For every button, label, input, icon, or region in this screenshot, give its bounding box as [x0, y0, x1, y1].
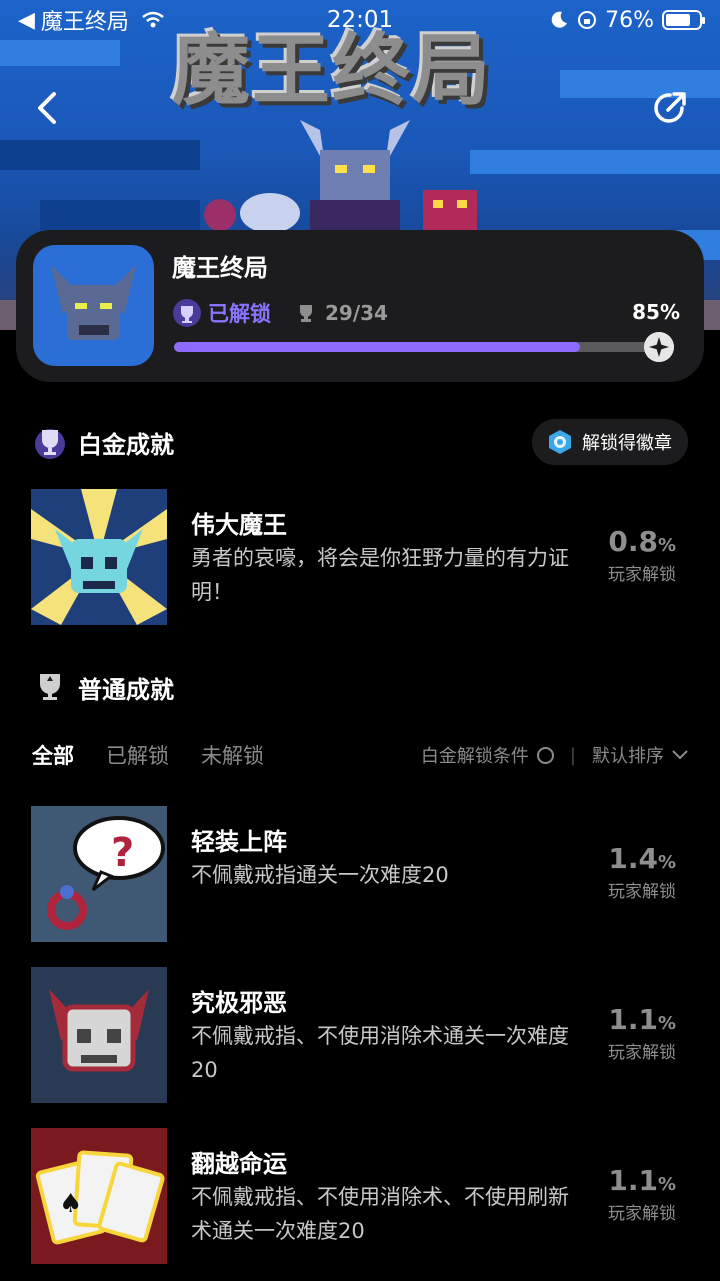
unlock-badge-button[interactable]: 解锁得徽章: [532, 419, 688, 465]
back-button[interactable]: [26, 86, 70, 130]
achievement-tabs: 全部 已解锁 未解锁: [32, 740, 264, 770]
flower-sprite: [204, 199, 236, 231]
achievement-row[interactable]: ♠ 翻越命运 不佩戴戒指、不使用消除术、不使用刷新术通关一次难度20 1.1% …: [0, 1128, 720, 1264]
chevron-down-icon[interactable]: [672, 750, 688, 760]
unlock-badge-label: 解锁得徽章: [582, 433, 672, 454]
svg-text:♠: ♠: [59, 1189, 82, 1219]
achievement-thumbnail: [31, 489, 167, 625]
platinum-section-header: 白金成就: [32, 424, 174, 460]
achievement-name: 翻越命运: [191, 1150, 287, 1178]
condition-toggle-icon[interactable]: [536, 746, 554, 764]
platinum-condition-filter[interactable]: 白金解锁条件: [421, 742, 529, 768]
battery-icon: [662, 10, 705, 30]
normal-title: 普通成就: [78, 675, 174, 704]
achievement-thumbnail: [31, 967, 167, 1103]
progress-bar: [174, 342, 652, 352]
achievement-row[interactable]: ? 轻装上阵 不佩戴戒指通关一次难度20 1.4% 玩家解锁: [0, 806, 720, 942]
unlock-rate: 1.1% 玩家解锁: [608, 1164, 676, 1224]
achievement-progress: 29/34: [325, 301, 388, 325]
game-icon: [33, 245, 154, 366]
unlock-rate: 0.8% 玩家解锁: [608, 525, 676, 585]
tab-locked[interactable]: 未解锁: [201, 740, 264, 770]
purple-trophy-icon: [173, 299, 201, 327]
platinum-trophy-icon: [35, 429, 65, 459]
achievement-thumbnail: ?: [31, 806, 167, 942]
game-card: 魔王终局 已解锁 29/34 85%: [16, 230, 704, 382]
achievement-name: 伟大魔王: [191, 511, 287, 539]
sort-dropdown[interactable]: 默认排序: [592, 742, 664, 768]
divider: |: [569, 744, 576, 766]
unlocked-label: 已解锁: [208, 302, 271, 326]
achievement-desc: 不佩戴戒指、不使用消除术通关一次难度20: [191, 1024, 569, 1082]
svg-text:?: ?: [111, 830, 134, 876]
unlock-status: 已解锁 29/34: [172, 298, 388, 328]
filter-bar: 白金解锁条件 | 默认排序: [421, 742, 688, 768]
achievement-desc: 不佩戴戒指、不使用消除术、不使用刷新术通关一次难度20: [191, 1185, 569, 1243]
completion-percent: 85%: [632, 300, 680, 324]
unlock-rate: 1.1% 玩家解锁: [608, 1003, 676, 1063]
achievement-thumbnail: ♠: [31, 1128, 167, 1264]
achievement-row[interactable]: 究极邪恶 不佩戴戒指、不使用消除术通关一次难度20 1.1% 玩家解锁: [0, 967, 720, 1103]
platinum-achievement-row[interactable]: 伟大魔王 勇者的哀嚎，将会是你狂野力量的有力证明！ 0.8% 玩家解锁: [0, 489, 720, 625]
share-button[interactable]: [648, 86, 692, 130]
normal-section-header: 普通成就: [32, 669, 174, 705]
badge-icon: [549, 430, 571, 454]
status-bar: ◀ 魔王终局 22:01 76%: [0, 0, 720, 40]
trophy-icon: [40, 674, 60, 700]
tab-all[interactable]: 全部: [32, 740, 74, 770]
platinum-title: 白金成就: [78, 430, 174, 459]
achievement-desc: 勇者的哀嚎，将会是你狂野力量的有力证明！: [191, 546, 569, 604]
compass-icon: [644, 332, 674, 362]
trophy-icon: [300, 305, 312, 322]
achievement-name: 究极邪恶: [191, 989, 287, 1017]
achievement-desc: 不佩戴戒指通关一次难度20: [191, 863, 449, 887]
game-name: 魔王终局: [172, 254, 268, 282]
unlock-rate: 1.4% 玩家解锁: [608, 842, 676, 902]
tab-unlocked[interactable]: 已解锁: [106, 740, 169, 770]
status-time: 22:01: [326, 7, 394, 33]
achievement-name: 轻装上阵: [191, 828, 287, 856]
